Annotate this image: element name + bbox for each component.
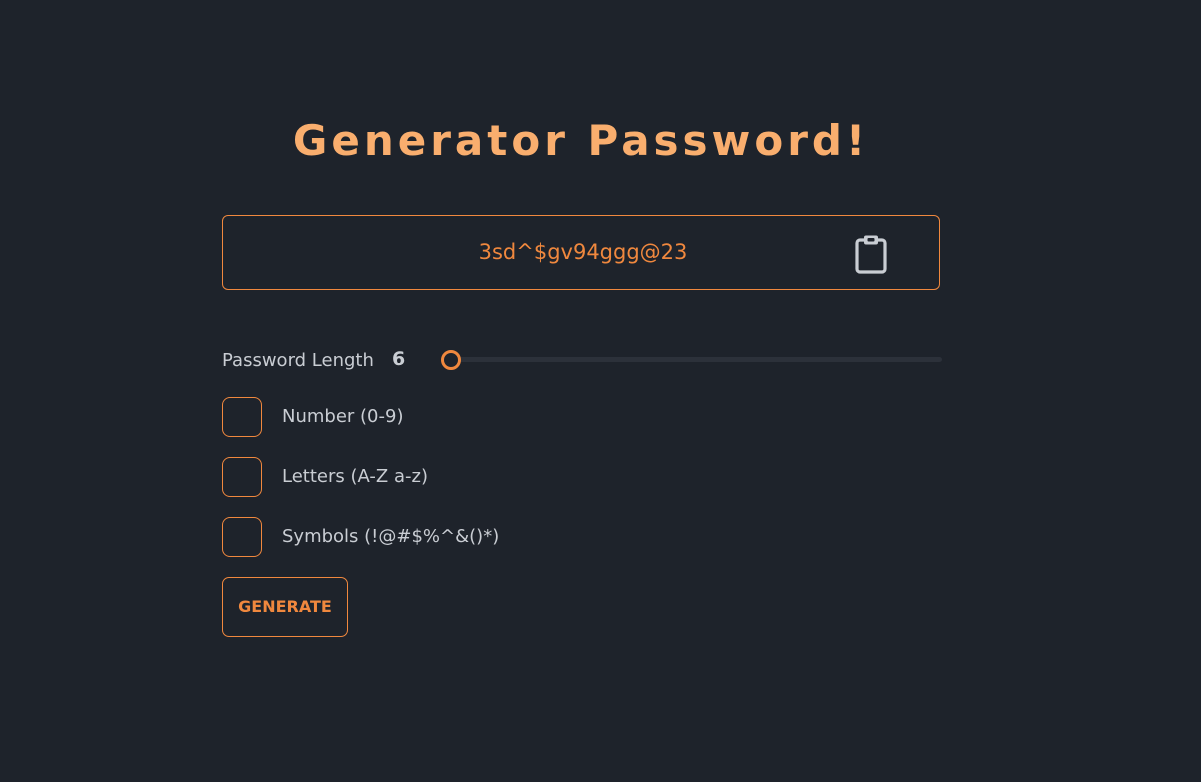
- password-length-value: 6: [392, 348, 406, 370]
- length-slider-track[interactable]: [441, 357, 942, 362]
- letters-checkbox[interactable]: [222, 457, 262, 497]
- generated-password: 3sd^$gv94ggg@23: [478, 240, 688, 264]
- clipboard-icon: [855, 235, 887, 274]
- password-length-row: Password Length 6: [222, 346, 942, 376]
- password-output-box: 3sd^$gv94ggg@23: [222, 215, 940, 290]
- symbols-option-label: Symbols (!@#$%^&()*): [282, 526, 500, 547]
- copy-button[interactable]: [853, 234, 889, 274]
- number-checkbox[interactable]: [222, 397, 262, 437]
- letters-option-label: Letters (A-Z a-z): [282, 466, 428, 487]
- option-number: Number (0-9): [222, 397, 642, 437]
- option-symbols: Symbols (!@#$%^&()*): [222, 517, 642, 557]
- symbols-checkbox[interactable]: [222, 517, 262, 557]
- option-letters: Letters (A-Z a-z): [222, 457, 642, 497]
- length-slider-thumb[interactable]: [441, 350, 461, 370]
- number-option-label: Number (0-9): [282, 406, 404, 427]
- page-title: Generator Password!: [292, 116, 870, 165]
- generate-button[interactable]: GENERATE: [222, 577, 348, 637]
- password-length-label: Password Length: [222, 350, 374, 371]
